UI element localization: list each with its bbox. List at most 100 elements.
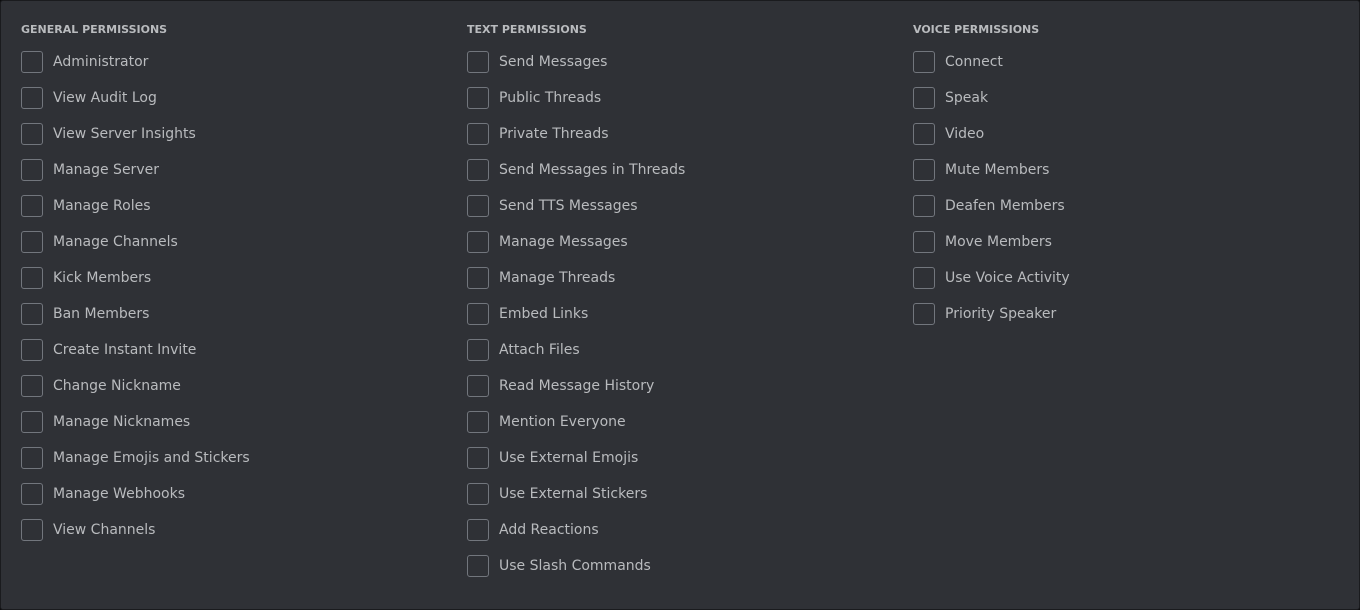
permission-row[interactable]: Manage Messages (467, 230, 887, 254)
permission-row[interactable]: Manage Webhooks (21, 482, 441, 506)
permission-checkbox[interactable] (913, 159, 935, 181)
permission-row[interactable]: Administrator (21, 50, 441, 74)
permission-label: Private Threads (499, 126, 609, 142)
permission-checkbox[interactable] (21, 195, 43, 217)
permission-row[interactable]: Connect (913, 50, 1333, 74)
permission-row[interactable]: Send Messages (467, 50, 887, 74)
permission-row[interactable]: View Channels (21, 518, 441, 542)
permission-row[interactable]: Move Members (913, 230, 1333, 254)
permission-row[interactable]: Ban Members (21, 302, 441, 326)
permission-checkbox[interactable] (467, 411, 489, 433)
general-permissions-column: GENERAL PERMISSIONS Administrator View Au… (21, 23, 441, 554)
permission-row[interactable]: Read Message History (467, 374, 887, 398)
permission-row[interactable]: Change Nickname (21, 374, 441, 398)
permission-label: View Server Insights (53, 126, 196, 142)
permission-checkbox[interactable] (21, 411, 43, 433)
text-permissions-list: Send Messages Public Threads Private Threa… (467, 50, 887, 578)
text-permissions-column: TEXT PERMISSIONS Send Messages Public Thr… (467, 23, 887, 590)
permission-row[interactable]: Attach Files (467, 338, 887, 362)
permission-label: Embed Links (499, 306, 589, 322)
permission-row[interactable]: Send TTS Messages (467, 194, 887, 218)
permission-row[interactable]: Embed Links (467, 302, 887, 326)
permission-checkbox[interactable] (467, 231, 489, 253)
permission-checkbox[interactable] (21, 447, 43, 469)
permission-checkbox[interactable] (21, 87, 43, 109)
permission-checkbox[interactable] (467, 159, 489, 181)
permission-row[interactable]: Use Slash Commands (467, 554, 887, 578)
permission-row[interactable]: Deafen Members (913, 194, 1333, 218)
permission-row[interactable]: Add Reactions (467, 518, 887, 542)
permission-checkbox[interactable] (467, 87, 489, 109)
permission-row[interactable]: Manage Emojis and Stickers (21, 446, 441, 470)
permission-label: Manage Channels (53, 234, 178, 250)
permission-row[interactable]: Send Messages in Threads (467, 158, 887, 182)
permission-checkbox[interactable] (913, 51, 935, 73)
permission-checkbox[interactable] (21, 483, 43, 505)
permission-checkbox[interactable] (467, 339, 489, 361)
permission-row[interactable]: Manage Server (21, 158, 441, 182)
permission-row[interactable]: Manage Threads (467, 266, 887, 290)
permission-row[interactable]: View Server Insights (21, 122, 441, 146)
permission-row[interactable]: Manage Channels (21, 230, 441, 254)
permission-row[interactable]: Use External Stickers (467, 482, 887, 506)
permission-checkbox[interactable] (913, 87, 935, 109)
permission-checkbox[interactable] (21, 267, 43, 289)
permission-label: View Audit Log (53, 90, 157, 106)
permission-checkbox[interactable] (467, 123, 489, 145)
permission-row[interactable]: Manage Nicknames (21, 410, 441, 434)
permission-label: Public Threads (499, 90, 602, 106)
permission-checkbox[interactable] (21, 123, 43, 145)
permission-label: Manage Emojis and Stickers (53, 450, 250, 466)
permission-label: Move Members (945, 234, 1052, 250)
permission-row[interactable]: Priority Speaker (913, 302, 1333, 326)
permission-row[interactable]: View Audit Log (21, 86, 441, 110)
permission-row[interactable]: Public Threads (467, 86, 887, 110)
permission-checkbox[interactable] (467, 195, 489, 217)
permission-label: Send TTS Messages (499, 198, 638, 214)
permission-checkbox[interactable] (467, 483, 489, 505)
permission-checkbox[interactable] (467, 519, 489, 541)
permission-checkbox[interactable] (21, 519, 43, 541)
permission-label: Deafen Members (945, 198, 1065, 214)
permission-label: Manage Server (53, 162, 159, 178)
permission-checkbox[interactable] (467, 51, 489, 73)
permission-label: Send Messages in Threads (499, 162, 686, 178)
permission-row[interactable]: Mute Members (913, 158, 1333, 182)
permission-row[interactable]: Speak (913, 86, 1333, 110)
permission-checkbox[interactable] (913, 303, 935, 325)
permission-checkbox[interactable] (467, 447, 489, 469)
permission-label: Kick Members (53, 270, 152, 286)
permission-row[interactable]: Use Voice Activity (913, 266, 1333, 290)
permission-checkbox[interactable] (21, 231, 43, 253)
permission-row[interactable]: Manage Roles (21, 194, 441, 218)
permission-label: Video (945, 126, 985, 142)
general-permissions-heading: GENERAL PERMISSIONS (21, 23, 168, 36)
permission-checkbox[interactable] (913, 231, 935, 253)
permission-label: Manage Nicknames (53, 414, 191, 430)
permission-checkbox[interactable] (467, 303, 489, 325)
permission-row[interactable]: Use External Emojis (467, 446, 887, 470)
permission-checkbox[interactable] (467, 375, 489, 397)
permission-checkbox[interactable] (21, 339, 43, 361)
permission-label: Mention Everyone (499, 414, 626, 430)
permission-label: Ban Members (53, 306, 150, 322)
permission-row[interactable]: Video (913, 122, 1333, 146)
permission-label: Manage Webhooks (53, 486, 185, 502)
permissions-panel: GENERAL PERMISSIONS Administrator View Au… (0, 0, 1360, 610)
permission-label: Use External Emojis (499, 450, 639, 466)
permission-row[interactable]: Private Threads (467, 122, 887, 146)
permission-checkbox[interactable] (913, 267, 935, 289)
permission-label: Connect (945, 54, 1003, 70)
permission-checkbox[interactable] (21, 375, 43, 397)
permission-checkbox[interactable] (913, 123, 935, 145)
permission-row[interactable]: Kick Members (21, 266, 441, 290)
permission-checkbox[interactable] (21, 159, 43, 181)
permission-checkbox[interactable] (21, 303, 43, 325)
permission-checkbox[interactable] (21, 51, 43, 73)
permission-row[interactable]: Mention Everyone (467, 410, 887, 434)
permission-checkbox[interactable] (467, 555, 489, 577)
permission-checkbox[interactable] (467, 267, 489, 289)
permission-row[interactable]: Create Instant Invite (21, 338, 441, 362)
permission-checkbox[interactable] (913, 195, 935, 217)
voice-permissions-column: VOICE PERMISSIONS Connect Speak Video Mute … (913, 23, 1333, 338)
